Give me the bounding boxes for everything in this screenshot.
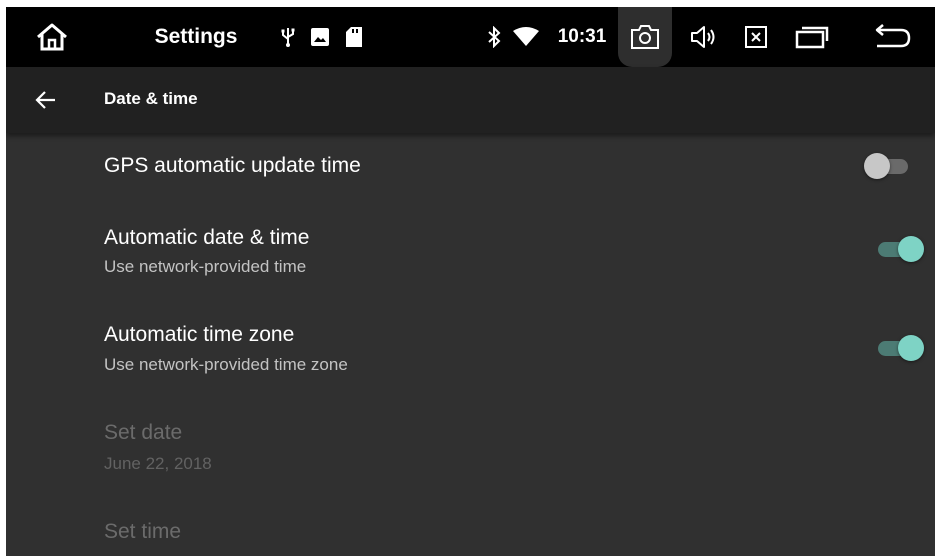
toggle-thumb — [898, 236, 924, 262]
page-title: Date & time — [104, 89, 198, 108]
close-app-icon[interactable] — [736, 7, 776, 67]
setting-gps-automatic-update-time[interactable]: GPS automatic update time — [6, 133, 935, 199]
auto-datetime-toggle[interactable] — [876, 234, 928, 264]
toggle-thumb — [864, 153, 890, 179]
setting-subtitle: June 22, 2018 — [104, 454, 212, 473]
recent-apps-icon[interactable] — [790, 7, 834, 67]
setting-title: Automatic time zone — [104, 323, 295, 346]
setting-title: Automatic date & time — [104, 226, 310, 249]
setting-subtitle: Use network-provided time — [104, 257, 307, 276]
wifi-icon — [511, 7, 541, 67]
toggle-thumb — [898, 335, 924, 361]
setting-automatic-date-time[interactable]: Automatic date & time Use network-provid… — [6, 215, 935, 295]
gps-update-toggle[interactable] — [864, 151, 918, 181]
action-bar: Date & time — [6, 67, 935, 133]
usb-icon — [276, 7, 300, 67]
auto-timezone-toggle[interactable] — [876, 333, 928, 363]
status-title: Settings — [154, 25, 238, 48]
arrow-left-icon[interactable] — [28, 83, 62, 117]
setting-subtitle: Use network-provided time zone — [104, 355, 348, 374]
back-icon[interactable] — [868, 7, 918, 67]
setting-set-time: Set time — [6, 510, 935, 556]
status-time: 10:31 — [557, 26, 607, 47]
camera-icon[interactable] — [618, 7, 672, 67]
volume-icon[interactable] — [684, 7, 724, 67]
home-icon[interactable] — [28, 7, 76, 67]
android-screen: Settings 10:31 Date & time GPS automatic… — [6, 7, 935, 556]
setting-automatic-time-zone[interactable]: Automatic time zone Use network-provided… — [6, 312, 935, 392]
status-bar: Settings 10:31 — [6, 7, 935, 67]
setting-title: Set date — [104, 421, 183, 444]
setting-title: Set time — [104, 520, 182, 543]
setting-title: GPS automatic update time — [104, 154, 361, 177]
sd-card-icon — [342, 7, 366, 67]
setting-set-date: Set date June 22, 2018 — [6, 411, 935, 491]
image-icon — [308, 7, 332, 67]
bluetooth-icon — [483, 7, 505, 67]
